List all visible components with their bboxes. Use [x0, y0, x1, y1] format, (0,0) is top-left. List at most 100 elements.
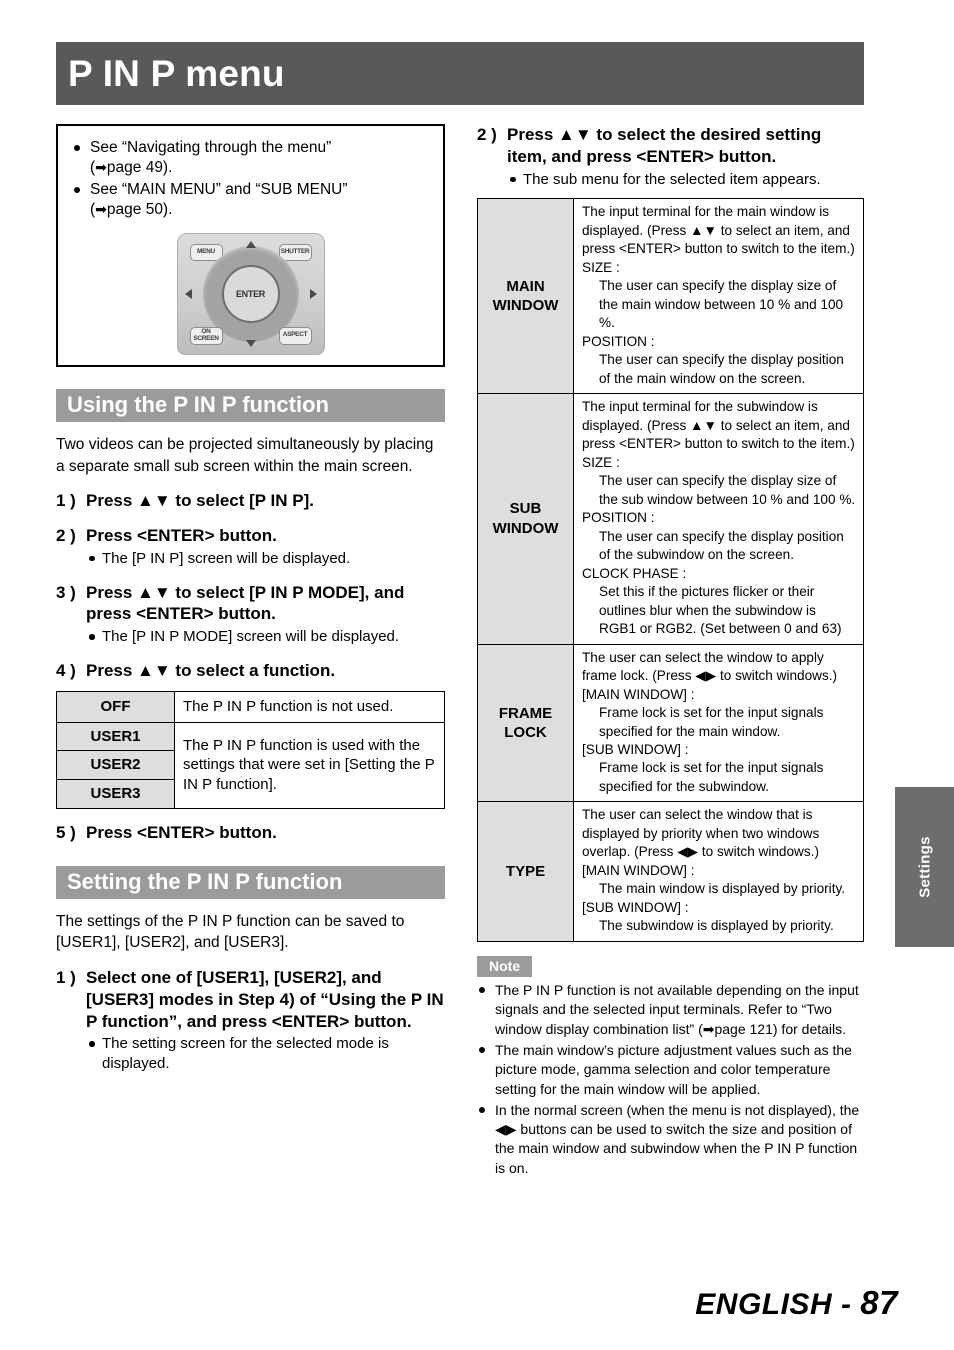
note-text: In the normal screen (when the menu is n…	[495, 1101, 860, 1176]
desc-line: The user can specify the display positio…	[599, 352, 844, 386]
step-2-note: The [P IN P] screen will be displayed.	[56, 549, 445, 569]
bullet-icon	[510, 176, 516, 182]
step-3: 3 ) Press ▲▼ to select [P IN P MODE], an…	[56, 582, 445, 626]
bullet-icon	[74, 186, 80, 193]
desc-line: SIZE :	[582, 454, 620, 470]
step-number: 1 )	[56, 968, 76, 988]
note-list: The P IN P function is not available dep…	[477, 981, 864, 1178]
bullet-icon	[89, 1041, 95, 1047]
desc-line: POSITION :	[582, 333, 655, 349]
table-row: FRAME LOCK The user can select the windo…	[477, 643, 864, 803]
desc-line: The user can specify the display size of…	[599, 278, 844, 331]
section-header-setting: Setting the P IN P function	[56, 865, 445, 899]
note-text: The main window’s picture adjustment val…	[495, 1041, 852, 1097]
desc-line: Frame lock is set for the input signals …	[599, 705, 824, 739]
remote-control-body: MENU SHUTTER ENTER ON SCREEN ASPECT	[176, 232, 325, 355]
option-value-users: The P IN P function is used with the set…	[174, 721, 445, 810]
using-intro-paragraph: Two videos can be projected simultaneous…	[56, 435, 434, 475]
desc-line: POSITION :	[582, 510, 655, 526]
desc-line: The user can specify the display size of…	[599, 473, 856, 507]
reference-line-1: See “MAIN MENU” and “SUB MENU”	[90, 180, 348, 198]
table-row: TYPE The user can select the window that…	[477, 801, 864, 942]
menu-value-sub-window: The input terminal for the subwindow is …	[573, 393, 864, 645]
step-number: 3 )	[56, 582, 76, 602]
menu-key-main-window: MAIN WINDOW	[477, 198, 574, 395]
substep-text: The setting screen for the selected mode…	[102, 1035, 389, 1073]
list-item: The main window’s picture adjustment val…	[477, 1041, 864, 1099]
setting-step-2-note: The sub menu for the selected item appea…	[477, 170, 864, 190]
list-item: See “MAIN MENU” and “SUB MENU” (➡page 50…	[72, 180, 429, 221]
step-2: 2 ) Press <ENTER> button.	[56, 525, 445, 547]
step-number: 5 )	[56, 823, 76, 842]
reference-page-ref: page 49).	[106, 159, 173, 177]
option-key-user3: USER3	[56, 779, 175, 809]
desc-line: The subwindow is displayed by priority.	[599, 918, 834, 934]
desc-line: The user can select the window to apply …	[582, 649, 838, 684]
remote-control-figure: MENU SHUTTER ENTER ON SCREEN ASPECT	[72, 232, 429, 355]
table-row: OFF The P IN P function is not used.	[56, 690, 445, 723]
desc-line: The main window is displayed by priority…	[599, 881, 846, 897]
reference-page-ref: page 50).	[106, 201, 173, 219]
step-text: Press <ENTER> button.	[86, 823, 277, 842]
desc-line: [SUB WINDOW] :	[582, 742, 689, 757]
bullet-icon	[74, 145, 80, 151]
desc-line: The input terminal for the main window i…	[582, 204, 855, 257]
step-1: 1 ) Press ▲▼ to select [P IN P].	[56, 490, 445, 512]
bullet-icon	[479, 986, 485, 993]
substep-text: The [P IN P MODE] screen will be display…	[102, 628, 400, 646]
step-4: 4 ) Press ▲▼ to select a function.	[56, 660, 445, 682]
note-text: The P IN P function is not available dep…	[495, 981, 859, 1037]
step-text: Press ▲▼ to select [P IN P MODE], and pr…	[86, 582, 405, 624]
option-key-user2: USER2	[56, 750, 175, 781]
remote-aspect-button: ASPECT	[278, 326, 312, 345]
step-number: 2 )	[56, 525, 76, 545]
pinp-submenu-table: MAIN WINDOW The input terminal for the m…	[477, 198, 864, 942]
page-title-bar: P IN P menu	[56, 42, 864, 105]
setting-step-1-note: The setting screen for the selected mode…	[56, 1034, 445, 1074]
desc-line: Set this if the pictures flicker or thei…	[599, 584, 842, 637]
note-badge: Note	[477, 955, 533, 977]
step-number: 1 )	[56, 491, 76, 511]
setting-step-2: 2 ) Press ▲▼ to select the desired setti…	[477, 124, 864, 168]
option-key-off: OFF	[56, 690, 175, 723]
desc-line: [MAIN WINDOW] :	[582, 686, 695, 702]
bullet-icon	[479, 1046, 485, 1053]
reference-line-1: See “Navigating through the menu”	[90, 139, 332, 156]
menu-value-type: The user can select the window that is d…	[573, 801, 864, 942]
step-5: 5 ) Press <ENTER> button.	[56, 822, 445, 844]
step-text: Press ▲▼ to select the desired setting i…	[507, 125, 822, 166]
menu-key-frame-lock: FRAME LOCK	[477, 643, 574, 803]
arrow-left-icon	[184, 288, 192, 299]
desc-line: CLOCK PHASE :	[582, 565, 687, 581]
desc-line: Frame lock is set for the input signals …	[599, 760, 824, 794]
desc-line: SIZE :	[582, 259, 620, 275]
reference-list: See “Navigating through the menu” (➡page…	[72, 138, 429, 221]
arrow-up-icon	[245, 240, 256, 248]
table-row: MAIN WINDOW The input terminal for the m…	[477, 198, 864, 395]
footer-language: ENGLISH -	[695, 1288, 861, 1321]
menu-value-frame-lock: The user can select the window to apply …	[573, 643, 864, 803]
setting-intro-paragraph: The settings of the P IN P function can …	[56, 912, 405, 952]
step-number: 2 )	[477, 125, 497, 144]
table-row: USER1 The P IN P function is used with t…	[56, 721, 445, 810]
footer: ENGLISH - 87	[695, 1284, 898, 1322]
section-title: Setting the P IN P function	[67, 869, 343, 895]
arrow-right-icon: ➡	[95, 201, 107, 218]
desc-line: The input terminal for the subwindow is …	[582, 399, 855, 452]
step-number: 4 )	[56, 661, 76, 681]
list-item: The P IN P function is not available dep…	[477, 981, 864, 1039]
remote-enter-label: ENTER	[235, 288, 265, 299]
step-text: Press ▲▼ to select a function.	[86, 661, 336, 681]
remote-on-screen-button: ON SCREEN	[189, 326, 223, 345]
desc-line: [SUB WINDOW] :	[582, 899, 689, 915]
bullet-icon	[89, 555, 95, 562]
option-value-off: The P IN P function is not used.	[174, 690, 445, 723]
page-title: P IN P menu	[68, 53, 285, 94]
menu-key-sub-window: SUB WINDOW	[477, 393, 574, 645]
step-text: Press <ENTER> button.	[86, 525, 277, 545]
arrow-down-icon	[245, 339, 256, 347]
reference-box: See “Navigating through the menu” (➡page…	[56, 124, 445, 367]
step-text: Select one of [USER1], [USER2], and [USE…	[86, 968, 444, 1031]
arrow-right-icon: ➡	[95, 159, 107, 176]
side-tab-label: Settings	[916, 836, 933, 898]
